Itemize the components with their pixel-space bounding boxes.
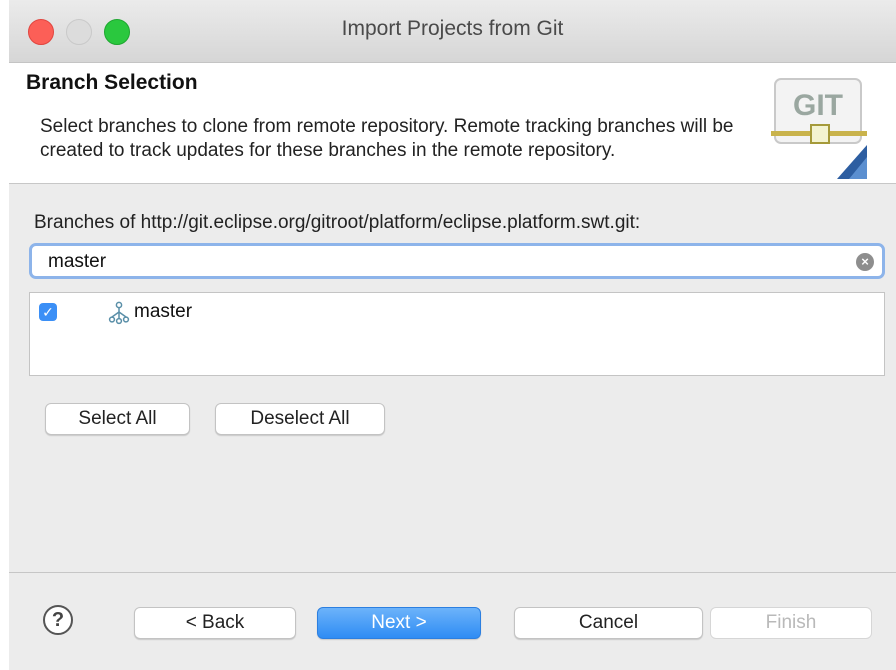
branch-checkbox[interactable]: ✓ bbox=[39, 303, 57, 321]
git-logo-icon: GIT bbox=[771, 78, 867, 179]
import-dialog: Import Projects from Git Branch Selectio… bbox=[9, 0, 896, 670]
page-title: Branch Selection bbox=[26, 71, 198, 94]
branch-list: ✓ master bbox=[29, 292, 885, 376]
branch-filter-input[interactable] bbox=[48, 250, 838, 274]
branch-icon bbox=[108, 301, 130, 325]
back-button[interactable]: < Back bbox=[134, 607, 296, 639]
finish-button[interactable]: Finish bbox=[710, 607, 872, 639]
logo-text: GIT bbox=[793, 89, 843, 122]
branch-filter-field[interactable]: × bbox=[29, 243, 885, 279]
footer-divider bbox=[9, 572, 896, 573]
page-description: Select branches to clone from remote rep… bbox=[40, 116, 734, 161]
select-all-button[interactable]: Select All bbox=[45, 403, 190, 435]
cancel-button[interactable]: Cancel bbox=[514, 607, 703, 639]
next-button[interactable]: Next > bbox=[317, 607, 481, 639]
branches-label: Branches of http://git.eclipse.org/gitro… bbox=[34, 212, 641, 233]
deselect-all-button[interactable]: Deselect All bbox=[215, 403, 385, 435]
help-icon[interactable]: ? bbox=[43, 605, 73, 635]
clear-filter-icon[interactable]: × bbox=[856, 253, 874, 271]
branch-name: master bbox=[134, 301, 193, 322]
window-title: Import Projects from Git bbox=[341, 17, 564, 40]
wizard-banner: Branch Selection Select branches to clon… bbox=[9, 63, 896, 184]
branch-row[interactable]: ✓ master bbox=[30, 301, 884, 325]
title-bar: Import Projects from Git bbox=[9, 0, 896, 63]
